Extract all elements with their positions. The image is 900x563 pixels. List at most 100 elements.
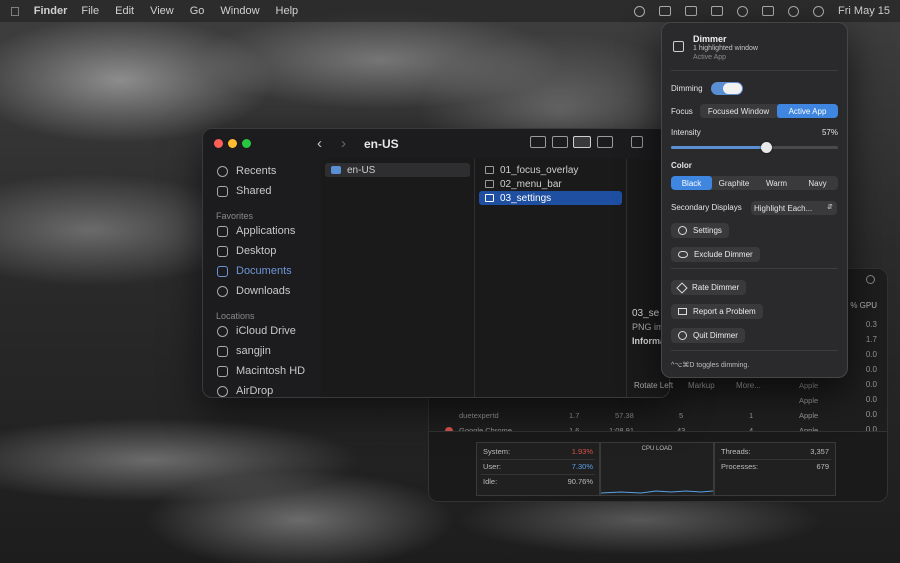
process-name-cell: duetexpertd xyxy=(459,411,499,420)
menu-go[interactable]: Go xyxy=(190,5,205,17)
rate-dimmer-button[interactable]: Rate Dimmer xyxy=(671,280,747,295)
rotate-left-button[interactable]: Rotate Left xyxy=(634,381,673,390)
gpu-column-header[interactable]: % GPU xyxy=(850,301,877,310)
button-label: Rate Dimmer xyxy=(692,283,740,292)
battery-icon[interactable] xyxy=(762,6,775,16)
forward-chevron-icon[interactable]: › xyxy=(341,135,346,152)
button-label: Settings xyxy=(693,226,722,235)
sidebar-item-desktop[interactable]: Desktop xyxy=(217,243,276,259)
sidebar-item-downloads[interactable]: Downloads xyxy=(217,283,290,299)
sidebar-item-shared[interactable]: Shared xyxy=(217,183,271,199)
slider-thumb[interactable] xyxy=(761,142,772,153)
eye-icon xyxy=(678,251,688,258)
color-option-warm[interactable]: Warm xyxy=(756,176,797,190)
menu-clock[interactable]: Fri May 15 xyxy=(838,5,890,17)
report-problem-button[interactable]: Report a Problem xyxy=(671,304,763,319)
sidebar-item-documents[interactable]: Documents xyxy=(217,263,292,279)
item-label: 03_settings xyxy=(500,192,552,204)
window-layout-icon[interactable] xyxy=(659,6,672,16)
color-option-navy[interactable]: Navy xyxy=(797,176,838,190)
clock-icon xyxy=(217,165,228,177)
intensity-value: 57% xyxy=(821,128,838,137)
focus-option-active-app[interactable]: Active App xyxy=(777,104,838,118)
zoom-button[interactable] xyxy=(242,139,251,148)
keyboard-icon[interactable] xyxy=(685,6,698,16)
sidebar-item-applications[interactable]: Applications xyxy=(217,223,295,239)
sidebar-item-sangjin[interactable]: sangjin xyxy=(217,343,271,359)
finder-column-1[interactable]: en-US xyxy=(321,159,475,397)
finder-sidebar: Recents Shared Favorites Applications De… xyxy=(203,159,319,397)
back-chevron-icon[interactable]: ‹ xyxy=(317,135,322,152)
search-icon[interactable] xyxy=(788,5,800,17)
processes-line: Processes: 679 xyxy=(721,462,829,474)
sidebar-item-macintosh-hd[interactable]: Macintosh HD xyxy=(217,363,305,379)
airdrop-icon xyxy=(217,385,228,397)
processes-label: Processes: xyxy=(721,462,759,471)
finder-window[interactable]: ‹ › en-US Recents Shared Favorites Appli… xyxy=(202,128,670,398)
exclude-dimmer-button[interactable]: Exclude Dimmer xyxy=(671,247,760,262)
highlighted-window-count: 1 highlighted window xyxy=(693,45,758,52)
cpu-cell: 1.7 xyxy=(569,411,580,420)
menu-edit[interactable]: Edit xyxy=(115,5,134,17)
more-button[interactable]: More... xyxy=(736,381,761,390)
user-cell: Apple xyxy=(799,381,819,390)
color-option-graphite[interactable]: Graphite xyxy=(712,176,756,190)
close-button[interactable] xyxy=(214,139,223,148)
disk-icon xyxy=(217,365,228,377)
button-label: Quit Dimmer xyxy=(693,331,738,340)
color-option-black[interactable]: Black xyxy=(671,176,712,190)
list-view-icon[interactable] xyxy=(552,136,568,148)
secondary-displays-popup[interactable]: Highlight Each... ⇵ xyxy=(751,201,837,215)
column-view-icon[interactable] xyxy=(573,136,591,148)
finder-column-2[interactable]: 01_focus_overlay 02_menu_bar 03_settings xyxy=(475,159,627,397)
gallery-view-icon[interactable] xyxy=(597,136,613,148)
sidebar-item-recents[interactable]: Recents xyxy=(217,163,276,179)
search-icon[interactable] xyxy=(866,275,875,284)
list-item[interactable]: 03_settings xyxy=(479,191,622,205)
wifi-icon[interactable] xyxy=(737,5,749,17)
finder-toolbar: ‹ › en-US xyxy=(203,129,669,159)
sidebar-item-label: Downloads xyxy=(236,285,291,297)
sidebar-item-icloud-drive[interactable]: iCloud Drive xyxy=(217,323,296,339)
list-item[interactable]: en-US xyxy=(325,163,470,177)
list-item[interactable]: 01_focus_overlay xyxy=(479,163,622,177)
sidebar-item-label: AirDrop xyxy=(236,385,274,397)
menu-help[interactable]: Help xyxy=(276,5,299,17)
color-label: Color xyxy=(671,161,692,170)
control-center-icon[interactable] xyxy=(813,5,825,17)
dimmer-status-icon[interactable] xyxy=(634,5,646,17)
menu-window[interactable]: Window xyxy=(220,5,259,17)
sidebar-item-label: Recents xyxy=(236,165,277,177)
menu-app-name[interactable]: Finder xyxy=(34,5,68,17)
divider xyxy=(719,459,831,460)
display-icon[interactable] xyxy=(711,6,724,16)
sidebar-item-airdrop[interactable]: AirDrop xyxy=(217,383,274,397)
markup-button[interactable]: Markup xyxy=(688,381,715,390)
minimize-button[interactable] xyxy=(228,139,237,148)
table-row[interactable]: duetexpertd 1.7 57.38 5 1 Apple xyxy=(459,409,887,423)
cpu-load-graph: CPU LOAD xyxy=(600,442,714,496)
dimming-toggle[interactable] xyxy=(711,82,743,95)
image-file-icon xyxy=(485,194,494,202)
user-cell: Apple xyxy=(799,396,819,405)
icon-view-icon[interactable] xyxy=(530,136,546,148)
divider xyxy=(671,268,838,269)
toggle-knob xyxy=(723,83,742,94)
gear-icon xyxy=(678,226,687,235)
focus-option-focused-window[interactable]: Focused Window xyxy=(700,104,777,118)
color-segmented-control: Black Graphite Warm Navy xyxy=(671,176,838,190)
quit-dimmer-button[interactable]: Quit Dimmer xyxy=(671,328,745,343)
threads-cell: 5 xyxy=(679,411,684,420)
item-label: 01_focus_overlay xyxy=(500,164,579,176)
sidebar-item-label: iCloud Drive xyxy=(236,325,296,337)
menu-view[interactable]: View xyxy=(150,5,174,17)
apple-icon[interactable]:  xyxy=(10,4,20,19)
group-by-icon[interactable] xyxy=(631,136,643,148)
intensity-slider[interactable] xyxy=(671,142,838,153)
menu-file[interactable]: File xyxy=(81,5,99,17)
settings-button[interactable]: Settings xyxy=(671,223,729,238)
threads-value: 3,357 xyxy=(810,447,829,456)
image-file-icon xyxy=(485,166,494,174)
button-label: Exclude Dimmer xyxy=(694,250,753,259)
list-item[interactable]: 02_menu_bar xyxy=(479,177,622,191)
